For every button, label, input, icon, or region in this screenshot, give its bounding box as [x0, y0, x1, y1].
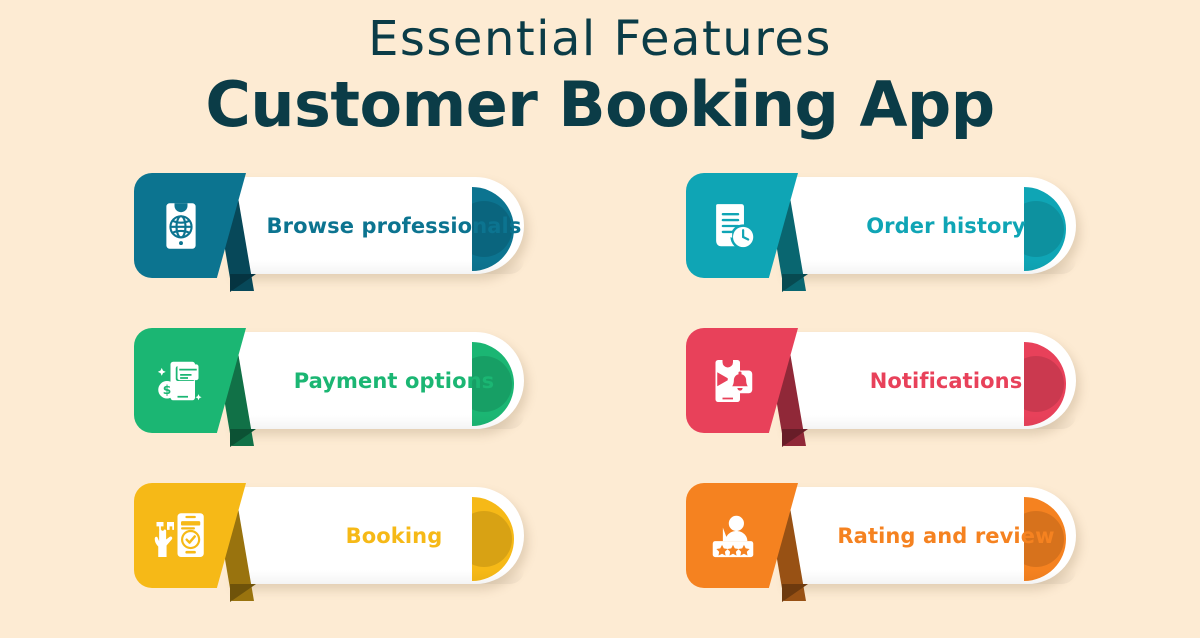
feature-card-notifications[interactable]: Notifications: [686, 328, 1076, 447]
feature-card-booking[interactable]: Booking: [134, 483, 524, 602]
card-label: Booking: [345, 523, 443, 548]
feature-card-grid: Browse professionals Order history $ Pay…: [0, 173, 1200, 638]
page-header: Essential Features Customer Booking App: [0, 0, 1200, 140]
feature-card-browse-professionals[interactable]: Browse professionals: [134, 173, 524, 292]
person-stars-icon: [704, 505, 762, 567]
feature-row: Booking Rating and review: [0, 483, 1200, 638]
card-label: Payment options: [293, 368, 495, 393]
feature-row: Browse professionals Order history: [0, 173, 1200, 328]
feature-card-rating-and-review[interactable]: Rating and review: [686, 483, 1076, 602]
hand-phone-check-icon: [152, 505, 210, 567]
card-label: Order history: [866, 213, 1026, 238]
feature-row: $ Payment options Notifications: [0, 328, 1200, 483]
phone-card-dollar-icon: $: [152, 350, 210, 412]
card-label: Browse professionals: [266, 213, 522, 238]
feature-card-payment-options[interactable]: $ Payment options: [134, 328, 524, 447]
page-title: Customer Booking App: [205, 68, 995, 142]
card-label: Notifications: [869, 368, 1023, 393]
page-subtitle: Essential Features: [368, 11, 832, 67]
svg-text:$: $: [163, 383, 172, 397]
card-label: Rating and review: [837, 523, 1055, 548]
document-clock-icon: [704, 195, 762, 257]
phone-globe-icon: [152, 195, 210, 257]
phone-bell-icon: [704, 350, 762, 412]
feature-card-order-history[interactable]: Order history: [686, 173, 1076, 292]
